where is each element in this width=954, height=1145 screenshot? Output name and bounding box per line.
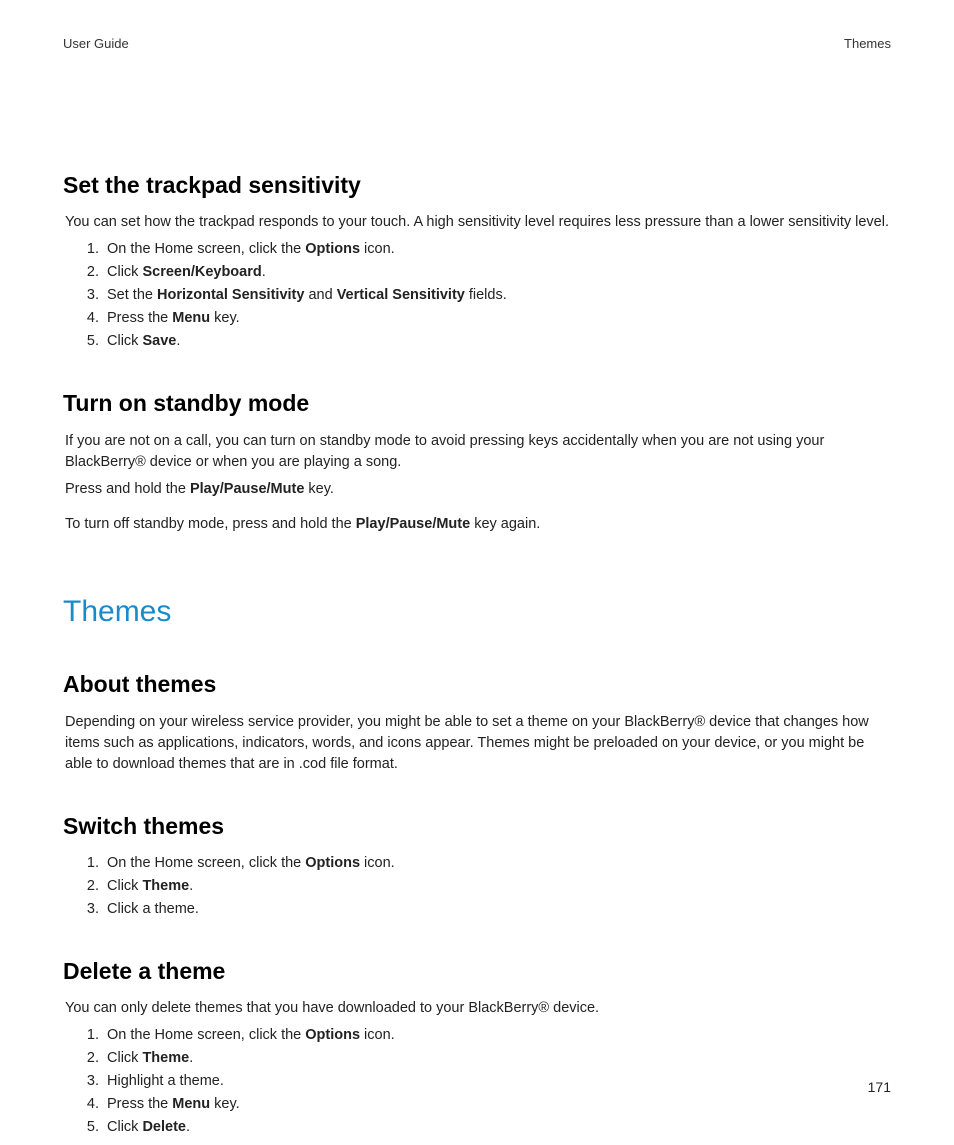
body-text: You can set how the trackpad responds to… (65, 212, 889, 233)
list-item: Highlight a theme. (103, 1071, 891, 1092)
header-left: User Guide (63, 35, 129, 54)
text: fields. (465, 287, 507, 303)
bold-text: Theme (142, 878, 189, 894)
text: . (176, 333, 180, 349)
list-item: Press the Menu key. (103, 308, 891, 329)
text: Highlight a theme. (107, 1073, 224, 1089)
list-item: Click Save. (103, 331, 891, 352)
bold-text: Options (305, 241, 360, 257)
heading-standby-mode: Turn on standby mode (63, 387, 891, 420)
bold-text: Theme (142, 1050, 189, 1066)
ordered-steps: On the Home screen, click the Options ic… (63, 1025, 891, 1138)
text: key. (210, 1096, 240, 1112)
text: key again. (470, 516, 540, 532)
page-number: 171 (868, 1077, 891, 1097)
text: Press the (107, 310, 172, 326)
text: Click (107, 264, 142, 280)
bold-text: Play/Pause/Mute (190, 481, 304, 497)
ordered-steps: On the Home screen, click the Options ic… (63, 853, 891, 920)
list-item: On the Home screen, click the Options ic… (103, 239, 891, 260)
list-item: Click Theme. (103, 1048, 891, 1069)
body-text: Press and hold the Play/Pause/Mute key. (65, 479, 889, 500)
list-item: On the Home screen, click the Options ic… (103, 853, 891, 874)
text: Press and hold the (65, 481, 190, 497)
list-item: Click Screen/Keyboard. (103, 262, 891, 283)
text: . (189, 878, 193, 894)
bold-text: Delete (142, 1119, 186, 1135)
text: On the Home screen, click the (107, 1027, 305, 1043)
list-item: Press the Menu key. (103, 1094, 891, 1115)
text: icon. (360, 241, 395, 257)
text: To turn off standby mode, press and hold… (65, 516, 356, 532)
text: Click a theme. (107, 901, 199, 917)
text: Set the (107, 287, 157, 303)
text: key. (304, 481, 334, 497)
text: . (189, 1050, 193, 1066)
bold-text: Options (305, 1027, 360, 1043)
body-text: Depending on your wireless service provi… (65, 712, 889, 775)
text: Click (107, 333, 142, 349)
heading-trackpad-sensitivity: Set the trackpad sensitivity (63, 169, 891, 202)
text: On the Home screen, click the (107, 241, 305, 257)
heading-about-themes: About themes (63, 668, 891, 701)
text: . (262, 264, 266, 280)
body-text: To turn off standby mode, press and hold… (65, 514, 889, 535)
header-right: Themes (844, 35, 891, 54)
list-item: Click Theme. (103, 876, 891, 897)
bold-text: Vertical Sensitivity (337, 287, 465, 303)
list-item: Set the Horizontal Sensitivity and Verti… (103, 285, 891, 306)
ordered-steps: On the Home screen, click the Options ic… (63, 239, 891, 352)
text: Click (107, 878, 142, 894)
bold-text: Options (305, 855, 360, 871)
heading-switch-themes: Switch themes (63, 810, 891, 843)
bold-text: Menu (172, 1096, 210, 1112)
heading-delete-theme: Delete a theme (63, 955, 891, 988)
bold-text: Screen/Keyboard (142, 264, 261, 280)
text: Click (107, 1119, 142, 1135)
body-text: You can only delete themes that you have… (65, 998, 889, 1019)
text: icon. (360, 855, 395, 871)
body-text: If you are not on a call, you can turn o… (65, 431, 889, 473)
text: . (186, 1119, 190, 1135)
text: key. (210, 310, 240, 326)
text: icon. (360, 1027, 395, 1043)
bold-text: Menu (172, 310, 210, 326)
text: Press the (107, 1096, 172, 1112)
text: On the Home screen, click the (107, 855, 305, 871)
bold-text: Horizontal Sensitivity (157, 287, 304, 303)
list-item: Click a theme. (103, 899, 891, 920)
page-header: User Guide Themes (63, 35, 891, 54)
section-title-themes: Themes (63, 590, 891, 634)
list-item: Click Delete. (103, 1117, 891, 1138)
list-item: On the Home screen, click the Options ic… (103, 1025, 891, 1046)
bold-text: Save (142, 333, 176, 349)
text: and (304, 287, 336, 303)
text: Click (107, 1050, 142, 1066)
bold-text: Play/Pause/Mute (356, 516, 470, 532)
